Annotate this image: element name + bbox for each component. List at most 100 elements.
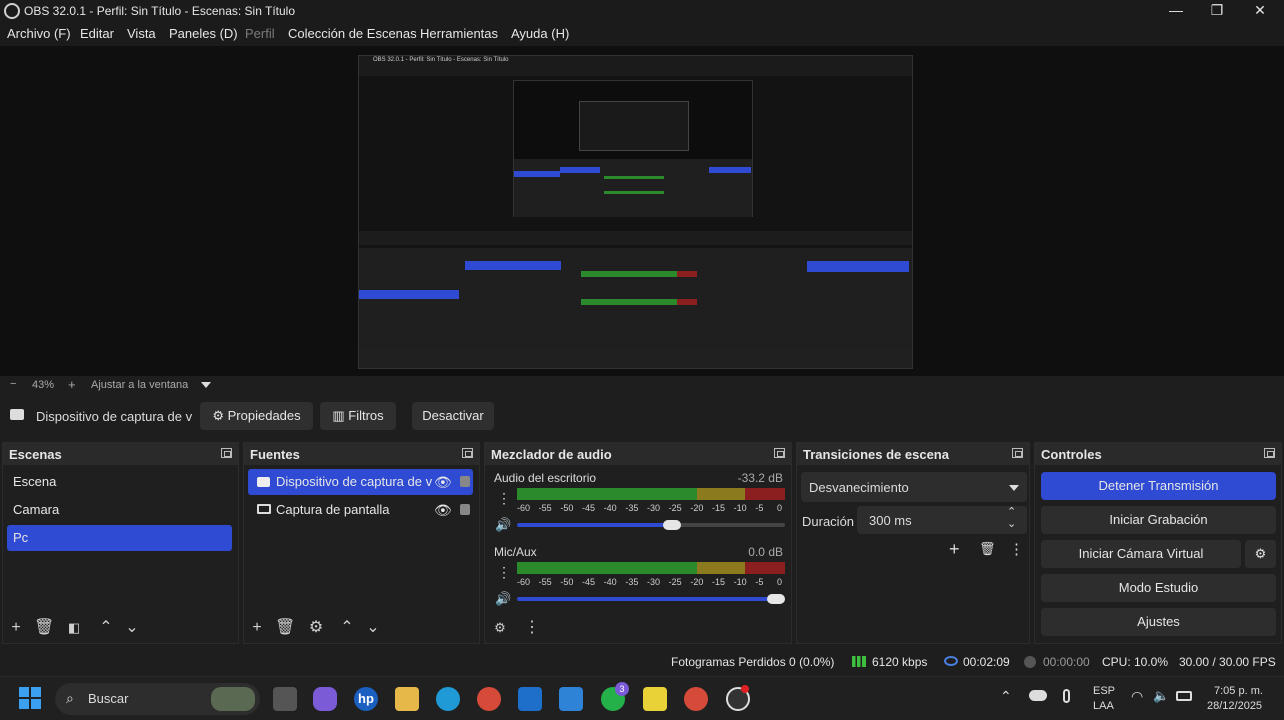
studio-mode-button[interactable]: Modo Estudio <box>1041 574 1276 602</box>
scene-item-escena[interactable]: Escena <box>7 469 232 495</box>
source-item-capture-device[interactable]: Dispositivo de captura de v 👁 <box>248 469 473 495</box>
hp-icon[interactable]: hp <box>354 687 378 711</box>
battery-icon[interactable] <box>1176 691 1192 701</box>
scenes-dock-header: Escenas <box>3 443 238 465</box>
start-virtual-cam-button[interactable]: Iniciar Cámara Virtual <box>1041 540 1241 568</box>
volume-slider-mic[interactable] <box>517 597 785 601</box>
menu-vista[interactable]: Vista <box>127 26 156 41</box>
more-options-icon[interactable]: ⋮ <box>497 491 511 505</box>
volume-icon[interactable]: 🔊 <box>495 591 511 607</box>
gear-icon: ⚙ <box>1254 546 1267 561</box>
minimize-button[interactable]: — <box>1156 0 1196 22</box>
filters-button[interactable]: ▥ Filtros <box>320 402 396 430</box>
store-icon[interactable] <box>559 687 583 711</box>
menu-perfil[interactable]: Perfil <box>245 26 275 41</box>
clock-date[interactable]: 28/12/2025 <box>1207 700 1262 712</box>
trash-icon[interactable]: 🗑 <box>979 541 996 557</box>
menu-editar[interactable]: Editar <box>80 26 114 41</box>
undock-icon[interactable] <box>462 448 473 458</box>
file-explorer-icon[interactable] <box>395 687 419 711</box>
add-icon[interactable]: + <box>248 619 266 637</box>
start-recording-button[interactable]: Iniciar Grabación <box>1041 506 1276 534</box>
language-line1[interactable]: ESP <box>1093 685 1115 697</box>
deactivate-button[interactable]: Desactivar <box>412 402 494 430</box>
duration-field[interactable]: 300 ms ⌃ ⌄ <box>857 506 1027 534</box>
zoom-dropdown-icon[interactable] <box>201 382 211 388</box>
meter-tick-label: -30 <box>647 577 661 587</box>
preview-canvas[interactable]: OBS 32.0.1 - Perfil: Sin Título - Escena… <box>358 55 913 369</box>
windows-start-icon[interactable] <box>19 687 41 709</box>
chevron-down-icon[interactable]: ⌄ <box>364 619 382 637</box>
task-view-icon[interactable] <box>273 687 297 711</box>
undock-icon[interactable] <box>221 448 232 458</box>
undock-icon[interactable] <box>1012 448 1023 458</box>
more-options-icon[interactable]: ⋮ <box>1009 540 1024 558</box>
add-icon[interactable]: + <box>949 539 960 560</box>
scene-item-camara[interactable]: Camara <box>7 497 232 523</box>
language-line2[interactable]: LAA <box>1093 700 1114 712</box>
lock-icon[interactable] <box>460 504 470 515</box>
sources-dock: Fuentes Dispositivo de captura de v 👁 Ca… <box>243 442 480 644</box>
menu-herramientas[interactable]: Herramientas <box>420 26 498 41</box>
stop-stream-button[interactable]: Detener Transmisión <box>1041 472 1276 500</box>
copilot-icon[interactable] <box>313 687 337 711</box>
advanced-audio-icon[interactable]: ⚙ <box>491 619 509 637</box>
menu-coleccion-escenas[interactable]: Colección de Escenas <box>288 26 417 41</box>
zoom-in-button[interactable]: + <box>68 377 76 392</box>
volume-slider-desktop[interactable] <box>517 523 672 527</box>
add-icon[interactable]: + <box>7 619 25 637</box>
eye-icon[interactable]: 👁 <box>434 469 452 495</box>
menu-bar: Archivo (F) Editar Vista Paneles (D) Per… <box>0 22 1284 46</box>
more-options-icon[interactable]: ⋮ <box>497 565 511 579</box>
search-highlight-icon <box>211 687 255 711</box>
close-button[interactable]: ✕ <box>1240 0 1280 22</box>
chrome-icon[interactable] <box>477 687 501 711</box>
lock-icon[interactable] <box>460 476 470 487</box>
zoom-out-button[interactable]: − <box>10 378 16 390</box>
meter-tick-label: -10 <box>733 577 747 587</box>
more-options-icon[interactable]: ⋮ <box>523 619 541 637</box>
volume-knob-desktop[interactable] <box>663 520 681 530</box>
wifi-icon[interactable]: ◠ <box>1131 688 1143 705</box>
menu-paneles[interactable]: Paneles (D) <box>169 26 238 41</box>
meter-ticks-mic: -60 -55 -50 -45 -40 -35 -30 -25 -20 -15 -10 -5 0 <box>517 577 785 589</box>
speaker-icon[interactable]: 🔈 <box>1153 688 1169 704</box>
chevron-down-icon[interactable]: ⌄ <box>123 619 141 637</box>
virtual-cam-settings-button[interactable]: ⚙ <box>1245 540 1276 568</box>
gear-icon[interactable]: ⚙ <box>307 619 325 637</box>
menu-archivo[interactable]: Archivo (F) <box>7 26 71 41</box>
chrome-profile-icon[interactable] <box>684 687 708 711</box>
edge-icon[interactable] <box>436 687 460 711</box>
calculator-icon[interactable] <box>518 687 542 711</box>
settings-button[interactable]: Ajustes <box>1041 608 1276 636</box>
channel-db-mic: 0.0 dB <box>748 545 783 559</box>
trash-icon[interactable]: 🗑 <box>34 619 54 637</box>
volume-knob-mic[interactable] <box>767 594 785 604</box>
properties-button[interactable]: ⚙ Propiedades <box>200 402 313 430</box>
controls-dock-header: Controles <box>1035 443 1281 465</box>
cloud-icon[interactable] <box>1029 690 1047 701</box>
undock-icon[interactable] <box>774 448 785 458</box>
microphone-icon[interactable] <box>1063 689 1070 703</box>
chevron-down-icon[interactable]: ⌄ <box>1007 517 1016 530</box>
clock-time[interactable]: 7:05 p. m. <box>1214 685 1263 697</box>
meter-tick-label: -20 <box>690 577 704 587</box>
search-label: Buscar <box>88 691 129 706</box>
transition-select[interactable]: Desvanecimiento <box>801 472 1027 502</box>
undock-icon[interactable] <box>1264 448 1275 458</box>
scene-item-pc[interactable]: Pc <box>7 525 232 551</box>
trash-icon[interactable]: 🗑 <box>275 619 295 637</box>
chevron-up-icon[interactable]: ⌃ <box>97 619 115 637</box>
fit-window-label[interactable]: Ajustar a la ventana <box>91 379 188 391</box>
chevron-up-icon[interactable]: ⌃ <box>1000 688 1012 705</box>
chevron-up-icon[interactable]: ⌃ <box>338 619 356 637</box>
taskbar-search[interactable]: ⌕ Buscar <box>55 683 260 715</box>
maximize-button[interactable]: ❐ <box>1197 0 1237 22</box>
volume-icon[interactable]: 🔊 <box>495 517 511 533</box>
eye-icon[interactable]: 👁 <box>434 497 452 523</box>
taskbar: ⌕ Buscar hp 3 ⌃ ESP LAA ◠ 🔈 7:05 p. m. 2… <box>0 676 1284 720</box>
filter-icon[interactable]: ◧ <box>65 619 83 637</box>
sticky-notes-icon[interactable] <box>643 687 667 711</box>
menu-ayuda[interactable]: Ayuda (H) <box>511 26 569 41</box>
source-item-screen-capture[interactable]: Captura de pantalla 👁 <box>248 497 473 523</box>
